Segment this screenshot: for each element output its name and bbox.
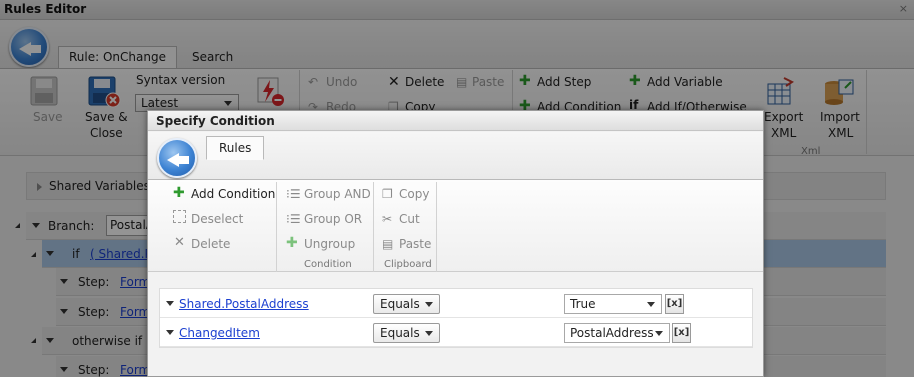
dialog-copy-button[interactable]: Copy (399, 187, 429, 201)
condition-field-link[interactable]: Shared.PostalAddress (179, 297, 309, 311)
chevron-down-icon (655, 331, 663, 336)
chevron-down-icon (425, 302, 433, 307)
operator-select[interactable]: Equals (373, 294, 440, 314)
condition-row[interactable]: Shared.PostalAddress Equals True [x] (160, 290, 752, 318)
value-text: PostalAddress (570, 326, 654, 340)
condition-row[interactable]: ChangedItem Equals PostalAddress [x] (160, 319, 752, 347)
value-select[interactable]: PostalAddress (564, 323, 670, 343)
ungroup-button[interactable]: Ungroup (304, 237, 355, 251)
operator-select[interactable]: Equals (373, 323, 440, 343)
value-text: True (570, 297, 596, 311)
cut-icon: ✂ (382, 212, 393, 226)
collapse-down-icon[interactable] (166, 301, 174, 306)
delete-x-icon: ✕ (174, 235, 185, 250)
conditions-list: Shared.PostalAddress Equals True [x] Cha… (159, 288, 753, 348)
clipboard-group-label: Clipboard (384, 259, 432, 270)
dialog-title: Specify Condition (148, 111, 763, 131)
condition-field-link[interactable]: ChangedItem (179, 326, 260, 340)
dialog-delete-button[interactable]: Delete (191, 237, 230, 251)
ungroup-plus-icon: ✚ (286, 235, 298, 251)
paste-icon: ▤ (382, 237, 394, 251)
operator-value: Equals (380, 297, 420, 311)
ribbon-separator (373, 182, 374, 272)
add-condition-plus-icon: ✚ (173, 185, 185, 201)
dialog-back-arrow-icon[interactable] (157, 138, 197, 178)
specify-condition-dialog: Specify Condition Rules ✚ Add Condition … (147, 110, 764, 377)
condition-group-label: Condition (304, 259, 352, 270)
tab-rules[interactable]: Rules (206, 136, 265, 160)
group-and-button[interactable]: Group AND (304, 187, 371, 201)
copy-icon: ❐ (382, 187, 393, 201)
group-and-icon: ⁝☰ (286, 187, 301, 201)
deselect-icon (173, 210, 186, 223)
group-or-icon: ⁝☰ (286, 212, 301, 226)
dialog-deselect-button[interactable]: Deselect (191, 212, 243, 226)
expression-button[interactable]: [x] (665, 294, 684, 314)
dialog-cut-button[interactable]: Cut (399, 212, 420, 226)
dialog-add-condition-button[interactable]: Add Condition (191, 187, 275, 201)
ribbon-separator (436, 182, 437, 272)
collapse-down-icon[interactable] (166, 330, 174, 335)
dialog-paste-button[interactable]: Paste (399, 237, 431, 251)
group-or-button[interactable]: Group OR (304, 212, 362, 226)
operator-value: Equals (380, 326, 420, 340)
chevron-down-icon (647, 302, 655, 307)
ribbon-separator (276, 182, 277, 272)
value-select[interactable]: True (564, 294, 662, 314)
expression-button[interactable]: [x] (672, 323, 691, 343)
chevron-down-icon (425, 331, 433, 336)
